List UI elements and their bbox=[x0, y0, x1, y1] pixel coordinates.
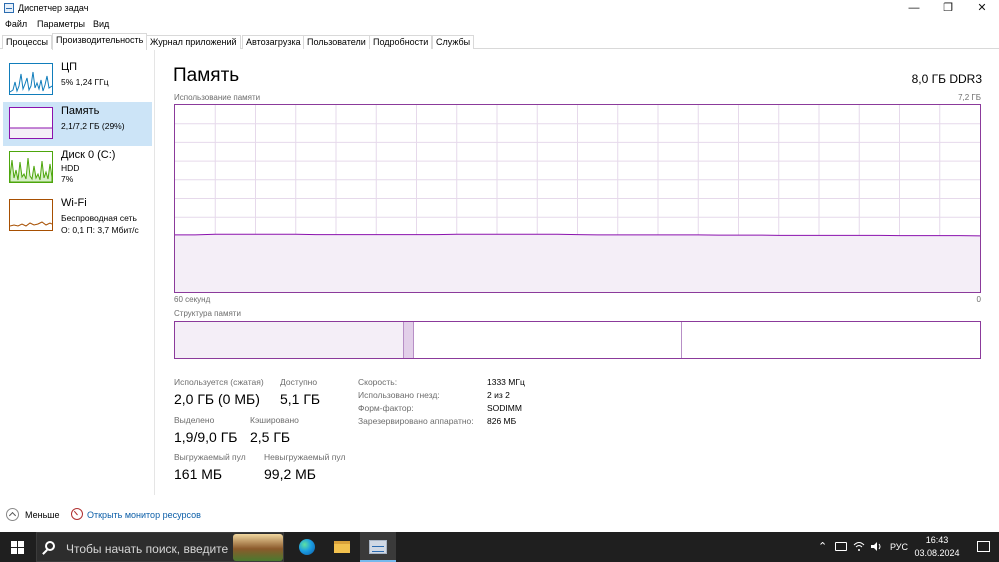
sidebar-disk-type: HDD bbox=[61, 163, 80, 173]
clock-date[interactable]: 03.08.2024 bbox=[910, 548, 964, 558]
stat-cached-value: 2,5 ГБ bbox=[250, 429, 291, 445]
tab-details[interactable]: Подробности bbox=[369, 35, 433, 49]
taskbar-task-manager[interactable] bbox=[360, 532, 396, 562]
sidebar-item-disk[interactable]: Диск 0 (C:) HDD 7% bbox=[3, 146, 152, 190]
prop-slots-value: 2 из 2 bbox=[487, 390, 510, 400]
cpu-graph-icon bbox=[9, 63, 53, 95]
composition-standby bbox=[414, 322, 682, 358]
sidebar-cpu-name: ЦП bbox=[61, 61, 78, 73]
fewer-details-button[interactable]: Меньше bbox=[25, 510, 60, 520]
memory-usage-chart bbox=[175, 105, 981, 292]
folder-icon bbox=[334, 541, 350, 553]
sidebar-wifi-throughput: О: 0,1 П: 3,7 Мбит/с bbox=[61, 225, 139, 235]
memory-spec: 8,0 ГБ DDR3 bbox=[911, 72, 982, 86]
stat-paged-pool-label: Выгружаемый пул bbox=[174, 452, 246, 462]
resource-monitor-icon bbox=[71, 508, 83, 520]
sidebar-item-wifi[interactable]: Wi-Fi Беспроводная сеть О: 0,1 П: 3,7 Мб… bbox=[3, 194, 152, 238]
menu-bar: Файл Параметры Вид bbox=[0, 17, 999, 33]
close-button[interactable]: ✕ bbox=[965, 0, 999, 17]
taskbar-search[interactable]: Чтобы начать поиск, введите bbox=[36, 532, 284, 562]
page-title: Память bbox=[173, 65, 240, 86]
title-bar: Диспетчер задач — ❐ ✕ bbox=[0, 0, 999, 17]
sidebar-item-cpu[interactable]: ЦП 5% 1,24 ГГц bbox=[3, 58, 152, 102]
menu-options[interactable]: Параметры bbox=[37, 19, 85, 29]
prop-speed-label: Скорость: bbox=[358, 377, 398, 387]
sidebar-wifi-name: Wi-Fi bbox=[61, 197, 87, 209]
volume-icon[interactable] bbox=[871, 541, 883, 552]
sidebar-disk-name: Диск 0 (C:) bbox=[61, 149, 116, 161]
stat-nonpaged-pool-value: 99,2 МБ bbox=[264, 466, 316, 482]
taskbar-edge[interactable] bbox=[289, 532, 325, 562]
tab-performance[interactable]: Производительность bbox=[52, 33, 148, 50]
graph-time-end: 0 bbox=[976, 295, 981, 304]
sidebar-cpu-detail: 5% 1,24 ГГц bbox=[61, 77, 109, 87]
prop-speed-value: 1333 МГц bbox=[487, 377, 525, 387]
tab-bar: Процессы Производительность Журнал прило… bbox=[0, 33, 999, 50]
notifications-icon[interactable] bbox=[977, 541, 990, 552]
tab-startup[interactable]: Автозагрузка bbox=[242, 35, 305, 49]
menu-file[interactable]: Файл bbox=[5, 19, 27, 29]
sidebar-memory-name: Память bbox=[61, 105, 100, 117]
sidebar-item-memory[interactable]: Память 2,1/7,2 ГБ (29%) bbox=[3, 102, 152, 146]
edge-icon bbox=[299, 539, 315, 555]
wifi-icon[interactable] bbox=[853, 541, 865, 552]
language-indicator[interactable]: РУС bbox=[890, 542, 908, 552]
stat-committed-value: 1,9/9,0 ГБ bbox=[174, 429, 238, 445]
stat-nonpaged-pool-label: Невыгружаемый пул bbox=[264, 452, 346, 462]
sidebar-memory-detail: 2,1/7,2 ГБ (29%) bbox=[61, 121, 125, 131]
tab-services[interactable]: Службы bbox=[432, 35, 475, 49]
graph-time-start: 60 секунд bbox=[174, 295, 211, 304]
sidebar-disk-usage: 7% bbox=[61, 174, 74, 184]
resource-monitor-link[interactable]: Открыть монитор ресурсов bbox=[87, 510, 201, 520]
composition-modified bbox=[404, 322, 414, 358]
tab-processes[interactable]: Процессы bbox=[2, 35, 53, 49]
prop-form-factor-value: SODIMM bbox=[487, 403, 522, 413]
stat-available-value: 5,1 ГБ bbox=[280, 391, 321, 407]
minimize-button[interactable]: — bbox=[897, 0, 931, 17]
disk-graph-icon bbox=[9, 151, 53, 183]
tab-app-history[interactable]: Журнал приложений bbox=[146, 35, 241, 49]
prop-reserved-label: Зарезервировано аппаратно: bbox=[358, 416, 474, 426]
task-manager-icon bbox=[369, 540, 387, 554]
resource-sidebar: ЦП 5% 1,24 ГГц Память 2,1/7,2 ГБ (29%) Д… bbox=[0, 50, 155, 495]
restore-button[interactable]: ❐ bbox=[931, 0, 965, 17]
search-icon bbox=[45, 541, 55, 551]
battery-icon[interactable] bbox=[835, 542, 847, 551]
stat-in-use-label: Используется (сжатая) bbox=[174, 377, 264, 387]
stat-committed-label: Выделено bbox=[174, 415, 215, 425]
windows-logo-icon bbox=[11, 541, 17, 547]
clock-time[interactable]: 16:43 bbox=[915, 535, 959, 545]
memory-graph-icon bbox=[9, 107, 53, 139]
task-manager-icon bbox=[4, 3, 14, 13]
taskbar-file-explorer[interactable] bbox=[324, 532, 360, 562]
prop-slots-label: Использовано гнезд: bbox=[358, 390, 440, 400]
stat-cached-label: Кэшировано bbox=[250, 415, 299, 425]
search-placeholder: Чтобы начать поиск, введите bbox=[66, 542, 229, 556]
composition-label: Структура памяти bbox=[174, 309, 241, 318]
prop-reserved-value: 826 МБ bbox=[487, 416, 517, 426]
usage-graph-label: Использование памяти bbox=[174, 93, 261, 102]
footer-bar: Меньше Открыть монитор ресурсов bbox=[0, 505, 999, 525]
memory-composition-bar bbox=[174, 321, 981, 359]
menu-view[interactable]: Вид bbox=[93, 19, 109, 29]
search-highlight-image bbox=[233, 534, 283, 561]
sidebar-wifi-type: Беспроводная сеть bbox=[61, 213, 137, 223]
stat-available-label: Доступно bbox=[280, 377, 318, 387]
taskbar: Чтобы начать поиск, введите ⌃ РУС 16:43 … bbox=[0, 532, 999, 562]
tab-users[interactable]: Пользователи bbox=[303, 35, 370, 49]
tray-overflow-icon[interactable]: ⌃ bbox=[818, 540, 827, 554]
window-title: Диспетчер задач bbox=[18, 3, 89, 13]
chevron-up-icon[interactable] bbox=[6, 508, 19, 521]
composition-in-use bbox=[175, 322, 404, 358]
wifi-graph-icon bbox=[9, 199, 53, 231]
usage-graph-max: 7,2 ГБ bbox=[958, 93, 981, 102]
memory-usage-area bbox=[175, 234, 980, 292]
stat-paged-pool-value: 161 МБ bbox=[174, 466, 223, 482]
start-button[interactable] bbox=[11, 541, 24, 554]
prop-form-factor-label: Форм-фактор: bbox=[358, 403, 414, 413]
stat-in-use-value: 2,0 ГБ (0 МБ) bbox=[174, 391, 260, 407]
memory-usage-graph bbox=[174, 104, 981, 293]
